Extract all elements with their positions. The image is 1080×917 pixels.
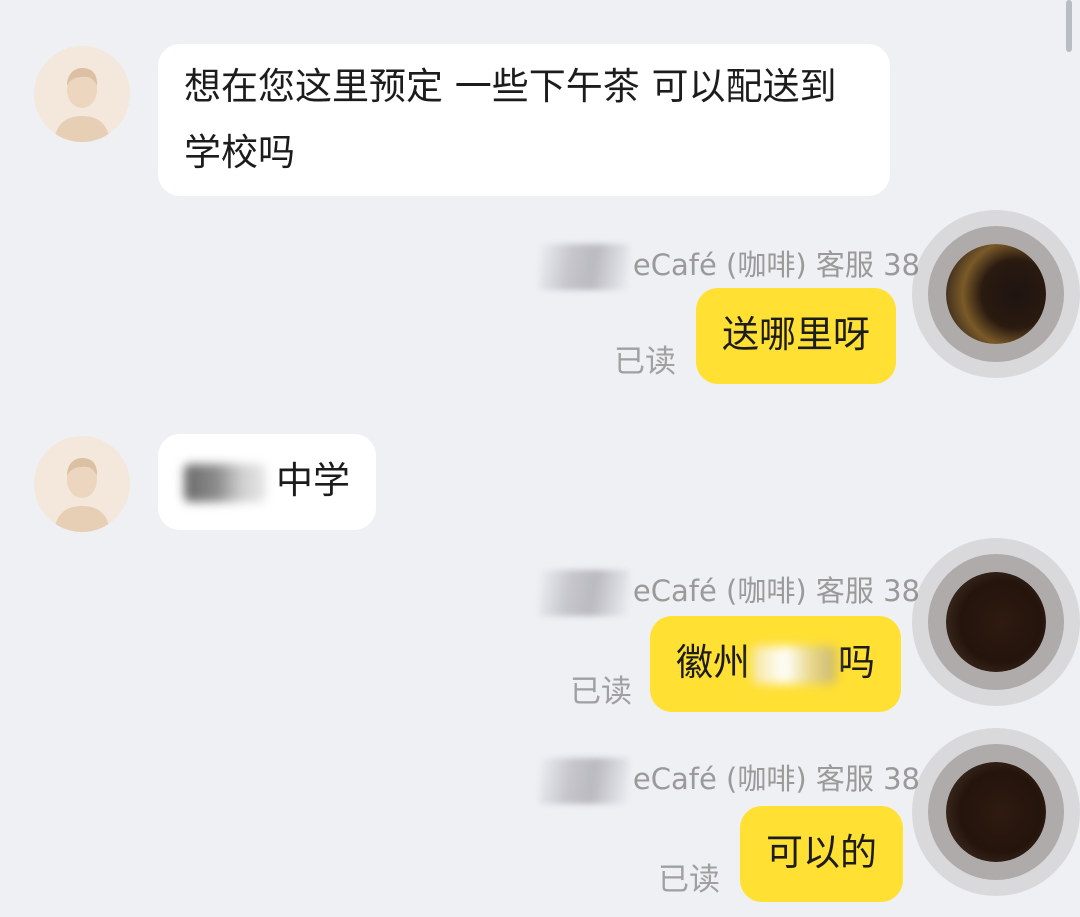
scrollbar[interactable] [1066, 0, 1072, 52]
sender-name-text: eCafé (咖啡) 客服 38 [632, 248, 920, 282]
read-status: 已读 [570, 674, 632, 710]
read-status: 已读 [614, 344, 676, 380]
service-message-bubble[interactable]: 徽州 吗 [650, 616, 901, 712]
sender-name-text: eCafé (咖啡) 客服 38 [632, 762, 920, 796]
sender-name: eCafé (咖啡) 客服 38 [538, 568, 920, 616]
message-text-start: 徽州 [676, 641, 750, 684]
service-avatar-icon[interactable] [946, 244, 1046, 344]
redacted-sender-prefix [538, 758, 629, 804]
redacted-text [752, 645, 836, 684]
redacted-sender-prefix [538, 244, 629, 290]
sender-name: eCafé (咖啡) 客服 38 [538, 242, 920, 290]
service-avatar-icon[interactable] [946, 572, 1046, 672]
customer-avatar-icon[interactable] [34, 436, 130, 532]
service-message-bubble[interactable]: 送哪里呀 [696, 288, 896, 384]
customer-message-bubble[interactable]: 想在您这里预定 一些下午茶 可以配送到学校吗 [158, 44, 890, 196]
sender-name: eCafé (咖啡) 客服 38 [538, 756, 920, 804]
customer-message-bubble[interactable]: 中学 [158, 434, 376, 530]
redacted-sender-prefix [538, 570, 629, 616]
read-status: 已读 [658, 862, 720, 898]
service-avatar-icon[interactable] [946, 762, 1046, 862]
message-text-end: 吗 [838, 641, 875, 684]
customer-avatar-icon[interactable] [34, 46, 130, 142]
service-message-bubble[interactable]: 可以的 [740, 806, 903, 902]
sender-name-text: eCafé (咖啡) 客服 38 [632, 574, 920, 608]
message-text: 中学 [276, 459, 350, 502]
redacted-text [184, 463, 266, 502]
